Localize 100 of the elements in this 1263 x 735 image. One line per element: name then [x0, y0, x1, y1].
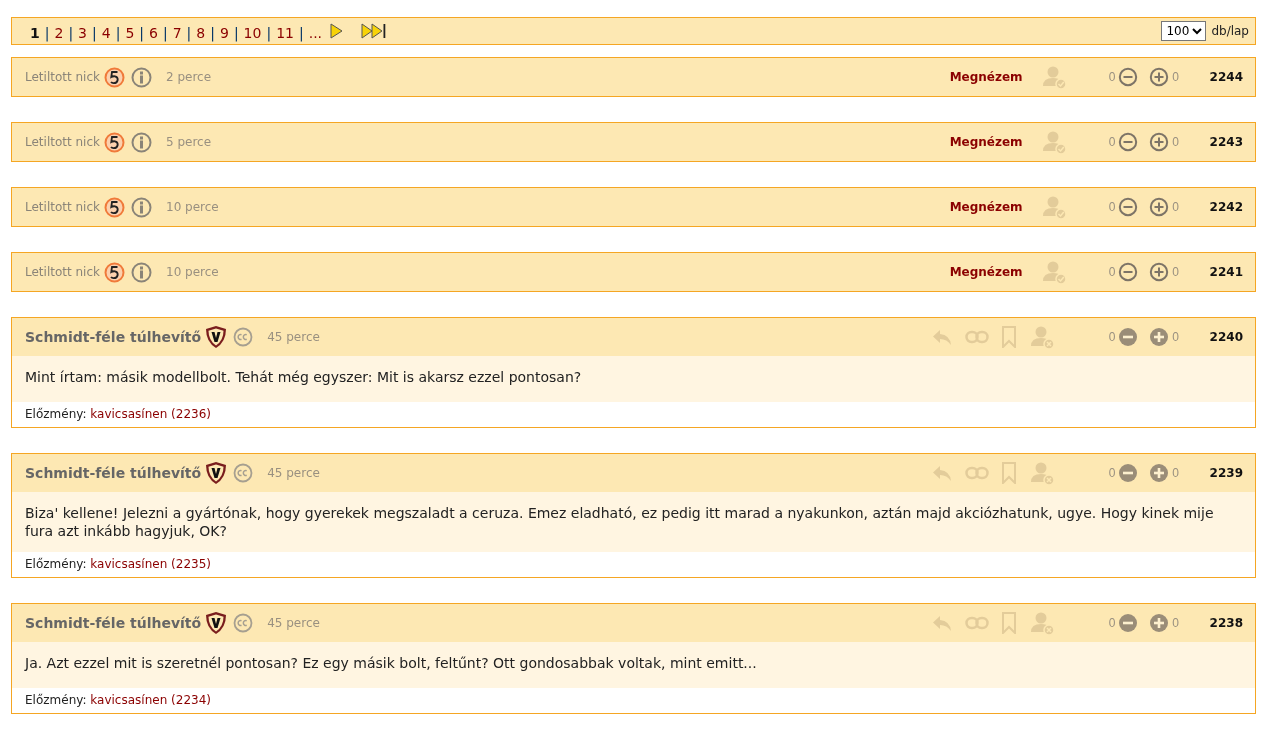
history-link[interactable]: kavicsasínen (2236) — [90, 407, 211, 421]
plus-count: 0 — [1172, 616, 1179, 630]
view-link[interactable]: Megnézem — [949, 135, 1023, 149]
plus-icon[interactable] — [1149, 262, 1170, 282]
post-number: 2244 — [1208, 70, 1243, 84]
minus-icon[interactable] — [1118, 197, 1139, 217]
plus-count: 0 — [1172, 135, 1179, 149]
next-page-icon[interactable] — [330, 23, 344, 39]
post-number: 2241 — [1208, 265, 1243, 279]
post-number: 2240 — [1208, 330, 1243, 344]
per-page-select[interactable]: 100 — [1161, 21, 1207, 41]
plus-icon[interactable] — [1149, 67, 1170, 87]
author-name: Letiltott nick — [25, 265, 100, 279]
page-link[interactable]: 11 — [276, 24, 294, 41]
page-link[interactable]: ... — [308, 24, 323, 41]
plus-icon[interactable] — [1149, 613, 1170, 633]
post-number: 2239 — [1208, 466, 1243, 480]
separator: | — [233, 24, 239, 41]
plus-count: 0 — [1172, 70, 1179, 84]
minus-icon[interactable] — [1118, 463, 1139, 483]
info-icon[interactable] — [131, 66, 152, 88]
author-name: Letiltott nick — [25, 200, 100, 214]
post-time: 2 perce — [166, 70, 212, 84]
minus-icon[interactable] — [1118, 132, 1139, 152]
info-icon[interactable] — [131, 131, 152, 153]
plus-count: 0 — [1172, 330, 1179, 344]
number-five-icon — [104, 66, 125, 88]
author-name: Letiltott nick — [25, 135, 100, 149]
cc-icon — [233, 327, 254, 347]
comment-text: Biza' kellene! Jelezni a gyártónak, hogy gyerekek megszaladt a ceruza. Emez eladható, ez pedig itt marad a nyakunkon, aztán majd akciózhatunk, ugye. Hogy kinek mije fura azt inkább hagyjuk, OK? — [12, 492, 1255, 552]
separator: | — [139, 24, 145, 41]
page-link[interactable]: 3 — [78, 24, 88, 41]
separator: | — [68, 24, 74, 41]
author-name: Schmidt-féle túlhevítő — [25, 329, 202, 345]
plus-icon[interactable] — [1149, 197, 1170, 217]
page-link[interactable]: 4 — [101, 24, 111, 41]
minus-icon[interactable] — [1118, 613, 1139, 633]
page-link[interactable]: 6 — [149, 24, 158, 41]
post-number: 2242 — [1208, 200, 1243, 214]
separator: | — [210, 24, 215, 41]
comment-text: Mint írtam: másik modellbolt. Tehát még egyszer: Mit is akarsz ezzel pontosan? — [12, 356, 1255, 402]
plus-icon[interactable] — [1149, 327, 1170, 347]
minus-count: 0 — [1108, 70, 1116, 84]
plus-count: 0 — [1172, 466, 1179, 480]
shield-icon — [205, 325, 228, 349]
post-time: 45 perce — [267, 466, 320, 480]
post-time: 10 perce — [166, 200, 219, 214]
cc-icon — [233, 463, 254, 483]
user-check-icon[interactable] — [1040, 259, 1067, 285]
separator: | — [298, 24, 304, 41]
number-five-icon — [104, 261, 125, 283]
post-time: 10 perce — [166, 265, 219, 279]
author-name: Schmidt-féle túlhevítő — [25, 465, 202, 481]
page-link[interactable]: 8 — [196, 24, 206, 41]
view-link[interactable]: Megnézem — [949, 265, 1023, 279]
page-link[interactable]: 1 — [30, 24, 40, 41]
minus-count: 0 — [1108, 466, 1116, 480]
minus-count: 0 — [1108, 265, 1116, 279]
user-check-icon[interactable] — [1040, 194, 1067, 220]
number-five-icon — [104, 196, 125, 218]
post-number: 2243 — [1208, 135, 1243, 149]
history-label: Előzmény: — [25, 407, 87, 421]
post-time: 5 perce — [166, 135, 212, 149]
user-check-icon[interactable] — [1040, 129, 1067, 155]
info-icon[interactable] — [131, 261, 152, 283]
minus-count: 0 — [1108, 135, 1116, 149]
plus-count: 0 — [1172, 265, 1179, 279]
history-link[interactable]: kavicsasínen (2234) — [90, 693, 211, 707]
minus-count: 0 — [1108, 616, 1116, 630]
view-link[interactable]: Megnézem — [949, 70, 1023, 84]
separator: | — [44, 24, 50, 41]
page-link[interactable]: 2 — [54, 24, 64, 41]
separator: | — [266, 24, 272, 41]
separator: | — [115, 24, 121, 41]
plus-icon[interactable] — [1149, 463, 1170, 483]
shield-icon — [205, 461, 228, 485]
history-label: Előzmény: — [25, 557, 87, 571]
minus-icon[interactable] — [1118, 262, 1139, 282]
shield-icon — [205, 611, 228, 635]
view-link[interactable]: Megnézem — [949, 200, 1023, 214]
minus-icon[interactable] — [1118, 67, 1139, 87]
last-page-icon[interactable] — [361, 23, 388, 39]
post-time: 45 perce — [267, 330, 320, 344]
minus-icon[interactable] — [1118, 327, 1139, 347]
page-link[interactable]: 9 — [219, 24, 229, 41]
separator: | — [186, 24, 192, 41]
info-icon[interactable] — [131, 196, 152, 218]
plus-icon[interactable] — [1149, 132, 1170, 152]
author-name: Letiltott nick — [25, 70, 100, 84]
user-check-icon[interactable] — [1040, 64, 1067, 90]
per-page-label: db/lap — [1211, 24, 1249, 38]
page-link[interactable]: 10 — [243, 24, 262, 41]
page-link[interactable]: 7 — [172, 24, 182, 41]
history-link[interactable]: kavicsasínen (2235) — [90, 557, 211, 571]
post-time: 45 perce — [267, 616, 320, 630]
page-link[interactable]: 5 — [125, 24, 135, 41]
separator: | — [162, 24, 168, 41]
plus-count: 0 — [1172, 200, 1179, 214]
cc-icon — [233, 613, 254, 633]
minus-count: 0 — [1108, 330, 1116, 344]
